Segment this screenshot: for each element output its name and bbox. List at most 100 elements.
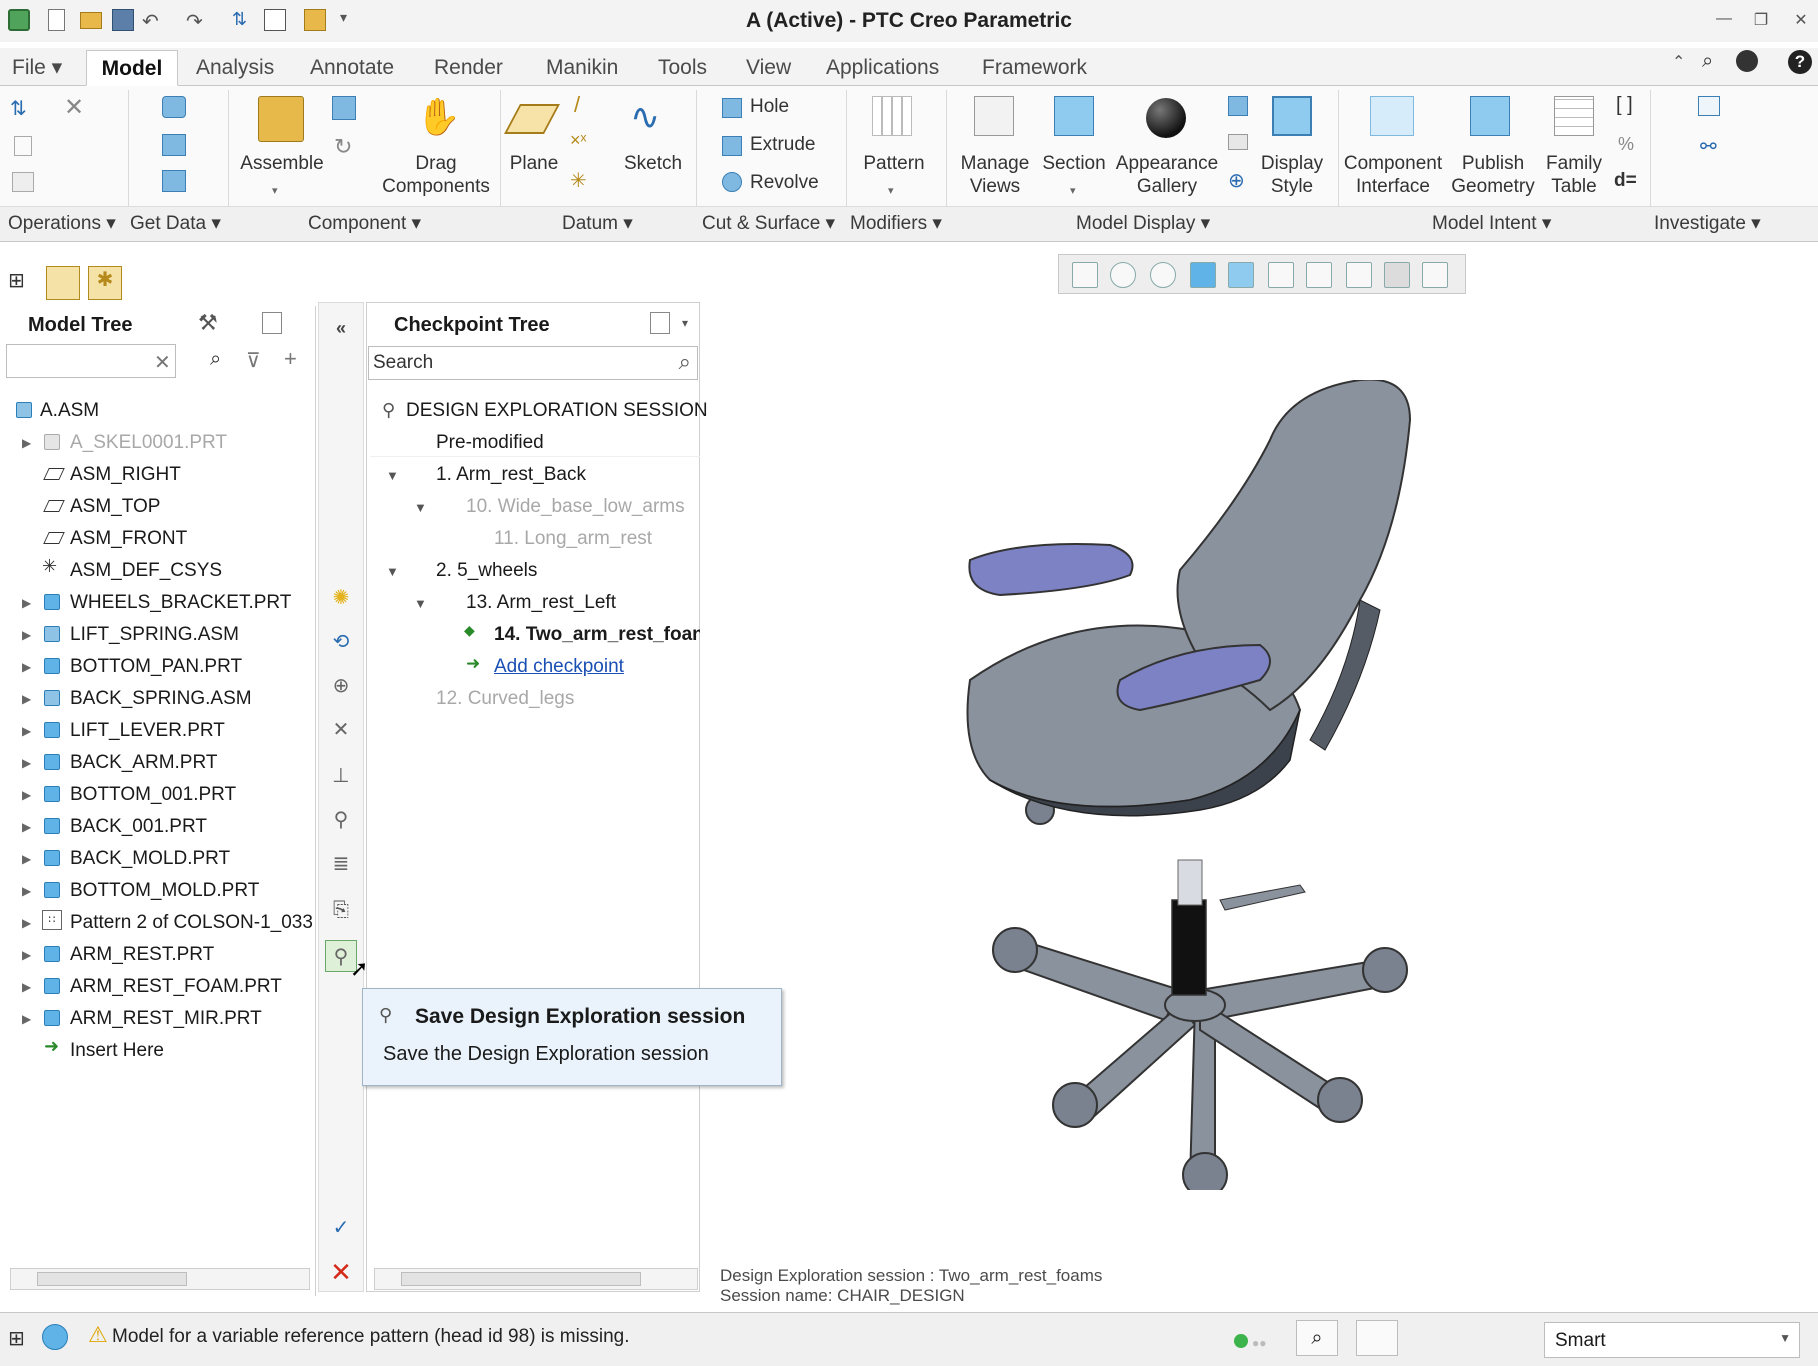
family-table-button[interactable]: Family Table xyxy=(1538,152,1610,198)
tree-item[interactable]: ARM_REST.PRT xyxy=(70,940,214,970)
expand-icon[interactable]: ▶ xyxy=(22,948,31,962)
favorites-tab-icon[interactable]: ✱ xyxy=(88,266,122,300)
component-interface-button[interactable]: Component Interface xyxy=(1338,152,1448,198)
manage-views-icon[interactable] xyxy=(974,96,1014,136)
collapse-icon[interactable]: ▼ xyxy=(414,596,427,611)
repeat-icon[interactable] xyxy=(332,96,356,120)
new-checkpoint-icon[interactable]: ✺ xyxy=(325,582,357,614)
collapse-icon[interactable]: ▼ xyxy=(386,564,399,579)
tab-manikin[interactable]: Manikin xyxy=(534,50,630,86)
group-model-intent[interactable]: Model Intent ▾ xyxy=(1432,212,1551,235)
saved-orientations-icon[interactable] xyxy=(1228,262,1254,288)
checkpoint-item[interactable]: 11. Long_arm_rest xyxy=(494,524,652,554)
clear-search-icon[interactable]: ✕ xyxy=(154,350,171,375)
open-session-icon[interactable]: ⎘ xyxy=(325,894,357,926)
minimize-button[interactable]: — xyxy=(1713,10,1735,30)
scrollbar-thumb[interactable] xyxy=(401,1272,641,1286)
checkpoint-item[interactable]: 13. Arm_rest_Left xyxy=(466,588,616,618)
select-tool-icon[interactable] xyxy=(1356,1320,1398,1356)
chair-model[interactable] xyxy=(940,380,1500,1190)
refresh-icon[interactable]: ↻ xyxy=(334,134,352,160)
reference-viewer-icon[interactable] xyxy=(1698,96,1720,116)
tab-file[interactable]: File ▾ xyxy=(0,50,74,86)
model-tree-search-input[interactable] xyxy=(6,344,176,378)
expand-icon[interactable]: ▶ xyxy=(22,724,31,738)
community-icon[interactable] xyxy=(1736,50,1758,72)
tree-item[interactable]: BOTTOM_MOLD.PRT xyxy=(70,876,259,906)
parameters-icon[interactable]: [ ] xyxy=(1616,94,1633,117)
display-style-icon[interactable] xyxy=(1272,96,1312,136)
cancel-session-icon[interactable]: ✕ xyxy=(325,1256,357,1288)
publish-geometry-button[interactable]: Publish Geometry xyxy=(1444,152,1542,198)
zoom-in-icon[interactable] xyxy=(1110,262,1136,288)
tab-model[interactable]: Model xyxy=(86,50,178,86)
group-component[interactable]: Component ▾ xyxy=(308,212,421,235)
group-get-data[interactable]: Get Data ▾ xyxy=(130,212,221,235)
group-investigate[interactable]: Investigate ▾ xyxy=(1654,212,1761,235)
help-icon[interactable]: ? xyxy=(1788,50,1812,74)
scrollbar-thumb[interactable] xyxy=(37,1272,187,1286)
tree-settings-icon[interactable]: ⚒ xyxy=(198,310,218,336)
expand-icon[interactable]: ▶ xyxy=(22,660,31,674)
revolve-icon[interactable] xyxy=(722,172,742,192)
close-button[interactable]: ✕ xyxy=(1790,10,1812,30)
revolve-button[interactable]: Revolve xyxy=(750,172,819,194)
group-modifiers[interactable]: Modifiers ▾ xyxy=(850,212,942,235)
activate-icon[interactable]: ⊕ xyxy=(325,670,357,702)
minimize-ribbon-icon[interactable]: ⌃ xyxy=(1672,52,1685,72)
tree-item[interactable]: LIFT_SPRING.ASM xyxy=(70,620,239,650)
tree-item[interactable]: BOTTOM_PAN.PRT xyxy=(70,652,242,682)
checkpoint-item[interactable]: 2. 5_wheels xyxy=(436,556,537,586)
sketch-button[interactable]: Sketch xyxy=(616,152,690,175)
regenerate-icon[interactable]: ⇅ xyxy=(10,96,34,120)
search-command-icon[interactable]: ⌕ xyxy=(1702,50,1713,73)
section-button[interactable]: Section xyxy=(1036,152,1112,175)
tab-tools[interactable]: Tools xyxy=(646,50,719,86)
tree-item[interactable]: BACK_SPRING.ASM xyxy=(70,684,252,714)
expand-icon[interactable]: ▶ xyxy=(22,820,31,834)
assemble-icon[interactable] xyxy=(258,96,304,142)
expand-icon[interactable]: ▶ xyxy=(22,628,31,642)
extrude-icon[interactable] xyxy=(722,136,742,156)
hole-icon[interactable] xyxy=(722,98,742,118)
spin-center-icon[interactable] xyxy=(1422,262,1448,288)
datum-display-icon[interactable] xyxy=(1346,262,1372,288)
model-tree-scrollbar[interactable] xyxy=(10,1268,310,1290)
drag-components-button[interactable]: Drag Components xyxy=(376,152,496,198)
family-table-icon[interactable] xyxy=(1554,96,1594,136)
collapse-icon[interactable]: ▼ xyxy=(386,468,399,483)
refit-icon[interactable] xyxy=(1072,262,1098,288)
group-operations[interactable]: Operations ▾ xyxy=(8,212,116,235)
expand-icon[interactable]: ▶ xyxy=(22,916,31,930)
manage-views-button[interactable]: Manage Views xyxy=(952,152,1038,198)
csys-icon[interactable]: ✳ xyxy=(570,168,587,193)
perspective-icon[interactable] xyxy=(1306,262,1332,288)
tree-item[interactable]: ASM_DEF_CSYS xyxy=(70,556,222,586)
relations-icon[interactable]: % xyxy=(1618,134,1634,155)
expand-icon[interactable]: ▶ xyxy=(22,788,31,802)
saved-orientations-icon[interactable] xyxy=(1228,96,1248,116)
add-icon[interactable]: + xyxy=(284,346,297,372)
checkpoint-item[interactable]: 10. Wide_base_low_arms xyxy=(466,492,685,522)
spin-center-icon[interactable]: ⊕ xyxy=(1228,168,1245,193)
collapse-icon[interactable]: ▼ xyxy=(414,500,427,515)
browser-toggle-icon[interactable] xyxy=(42,1324,68,1350)
update-icon[interactable]: ⟲ xyxy=(325,626,357,658)
assemble-button[interactable]: Assemble xyxy=(232,152,332,175)
pattern-dropdown-icon[interactable]: ▾ xyxy=(888,180,894,203)
tree-item[interactable]: ARM_REST_FOAM.PRT xyxy=(70,972,282,1002)
plane-button[interactable]: Plane xyxy=(500,152,568,175)
tree-item[interactable]: ASM_FRONT xyxy=(70,524,187,554)
switch-dimensions-icon[interactable]: d= xyxy=(1614,170,1637,192)
tree-item[interactable]: A.ASM xyxy=(40,396,99,426)
group-datum[interactable]: Datum ▾ xyxy=(562,212,633,235)
repaint-icon[interactable] xyxy=(1190,262,1216,288)
tree-item[interactable]: ASM_RIGHT xyxy=(70,460,181,490)
expand-icon[interactable]: ▶ xyxy=(22,436,31,450)
section-dropdown-icon[interactable]: ▾ xyxy=(1070,180,1076,203)
tree-item-insert-here[interactable]: Insert Here xyxy=(70,1036,164,1066)
copy-icon[interactable] xyxy=(14,136,32,156)
pattern-button[interactable]: Pattern xyxy=(852,152,936,175)
compare-icon[interactable]: ⊥ xyxy=(325,760,357,792)
selection-filter-select[interactable]: Smart ▼ xyxy=(1544,1322,1800,1358)
